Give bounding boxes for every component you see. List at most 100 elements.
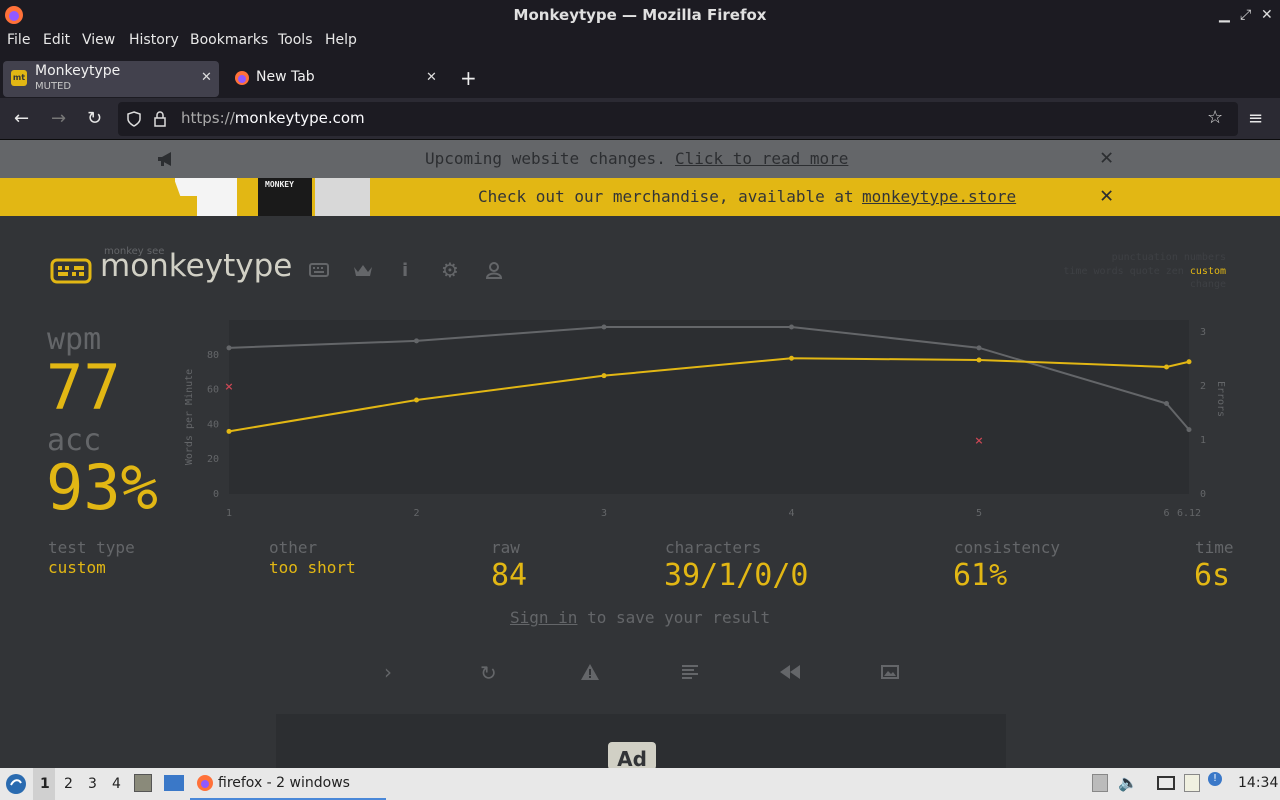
close-merch-icon[interactable]: ✕ <box>1100 183 1113 208</box>
notification-icon[interactable]: ! <box>1208 772 1222 786</box>
announcement-bar: Upcoming website changes. Click to read … <box>0 140 1280 178</box>
restart-icon[interactable]: ↻ <box>480 661 497 685</box>
series-point-wpm <box>789 355 794 361</box>
read-more-link[interactable]: Click to read more <box>675 149 848 168</box>
tab-bar: mt Monkeytype MUTED ✕ New Tab ✕ + <box>0 52 1280 98</box>
shield-icon[interactable] <box>127 111 141 127</box>
tab-monkeytype[interactable]: mt Monkeytype MUTED ✕ <box>3 61 219 97</box>
series-point-raw <box>601 324 607 330</box>
account-icon[interactable] <box>486 262 502 279</box>
signin-prompt: Sign in to save your result <box>510 608 770 627</box>
config-punctuation-numbers[interactable]: punctuation numbers <box>1000 251 1226 265</box>
menu-bookmarks[interactable]: Bookmarks <box>190 32 268 48</box>
menu-view[interactable]: View <box>82 32 115 48</box>
firefox-icon <box>5 6 23 24</box>
url-text[interactable]: https://monkeytype.com <box>181 109 365 127</box>
hamburger-menu-icon[interactable]: ≡ <box>1248 108 1263 129</box>
screenshot-icon[interactable] <box>881 665 899 679</box>
test-config: punctuation numbers time words quote zen… <box>1000 251 1226 292</box>
tray-up-icon[interactable] <box>1092 774 1108 792</box>
signin-link[interactable]: Sign in <box>510 608 577 627</box>
raw-label: raw <box>491 538 520 557</box>
series-point-wpm <box>1186 359 1192 365</box>
crown-icon[interactable] <box>353 263 373 279</box>
new-tab-icon[interactable]: + <box>460 66 477 90</box>
back-icon[interactable]: ← <box>14 108 29 129</box>
series-point-raw <box>789 324 794 330</box>
workspace-1[interactable]: 1 <box>40 776 50 792</box>
series-point-wpm <box>414 397 419 403</box>
menu-history[interactable]: History <box>129 32 179 48</box>
series-point-wpm <box>226 428 232 434</box>
menu-edit[interactable]: Edit <box>43 32 70 48</box>
clipboard-icon[interactable] <box>1184 774 1200 792</box>
other-value: too short <box>269 558 356 577</box>
keyboard-logo-icon <box>50 258 92 284</box>
series-point-wpm <box>601 373 607 379</box>
info-icon[interactable]: i <box>402 260 408 281</box>
config-modes[interactable]: time words quote zen custom <box>1000 265 1226 279</box>
y2-tick-label: 3 <box>1200 327 1206 338</box>
reload-icon[interactable]: ↻ <box>87 108 102 129</box>
y-tick-label: 0 <box>213 489 219 500</box>
x-tick-label: 4 <box>788 508 794 519</box>
keyboard-icon[interactable] <box>309 263 329 277</box>
close-window-icon[interactable]: ✕ <box>1261 0 1273 30</box>
workspace-2[interactable]: 2 <box>64 776 73 792</box>
volume-icon[interactable]: 🔈 <box>1118 773 1138 792</box>
workspace-4[interactable]: 4 <box>112 776 121 792</box>
test-type-value: custom <box>48 558 106 577</box>
characters-value: 39/1/0/0 <box>664 558 809 593</box>
x-tick-label: 6 <box>1163 508 1169 519</box>
series-point-wpm <box>976 357 982 363</box>
monkeytype-favicon: mt <box>11 70 27 86</box>
ad-badge: Ad <box>608 742 656 771</box>
y2-tick-label: 2 <box>1200 381 1206 392</box>
series-point-raw <box>414 338 419 344</box>
menu-tools[interactable]: Tools <box>278 32 313 48</box>
bookmark-star-icon[interactable]: ☆ <box>1207 107 1223 128</box>
tab-new-tab[interactable]: New Tab ✕ <box>224 61 446 97</box>
wpm-value: 77 <box>46 351 121 424</box>
menu-help[interactable]: Help <box>325 32 357 48</box>
megaphone-icon <box>158 152 171 166</box>
raw-value: 84 <box>491 558 528 593</box>
words-history-icon[interactable] <box>682 665 698 679</box>
wpm-chart: 02040608001231 2 3 4 5 6 6.12Words per Minute E… <box>184 320 1226 519</box>
merch-store-link[interactable]: monkeytype.store <box>862 187 1016 206</box>
maximize-icon[interactable]: ⤢ <box>1240 0 1251 30</box>
minimize-icon[interactable]: ▁ <box>1219 0 1230 30</box>
next-test-icon[interactable]: › <box>384 660 392 684</box>
y-tick-label: 60 <box>207 385 219 396</box>
url-bar[interactable]: https://monkeytype.com ☆ <box>118 102 1238 136</box>
file-manager-icon[interactable] <box>134 774 152 792</box>
taskbar-task-firefox[interactable]: firefox - 2 windows <box>190 768 386 800</box>
config-change[interactable]: change <box>1000 278 1226 292</box>
close-tab-icon[interactable]: ✕ <box>426 70 437 85</box>
error-marker: × <box>974 434 983 447</box>
x-tick-label: 5 <box>976 508 982 519</box>
consistency-value: 61% <box>953 558 1008 593</box>
consistency-label: consistency <box>954 538 1060 557</box>
desktop-icon[interactable] <box>164 775 184 791</box>
settings-icon[interactable]: ⚙ <box>441 258 459 282</box>
test-type-label: test type <box>48 538 135 557</box>
x-tick-label: 1 <box>226 508 232 519</box>
menu-file[interactable]: File <box>7 32 30 48</box>
characters-label: characters <box>665 538 762 557</box>
ad-container: Ad <box>276 714 1006 771</box>
close-tab-icon[interactable]: ✕ <box>201 70 212 85</box>
warning-icon[interactable] <box>580 663 600 681</box>
forward-icon[interactable]: → <box>51 108 66 129</box>
start-menu-icon[interactable] <box>5 773 27 795</box>
taskbar: 1 2 3 4 firefox - 2 windows 🔈 ! 14:34 <box>0 768 1280 800</box>
close-announcement-icon[interactable]: ✕ <box>1100 145 1113 170</box>
replay-icon[interactable] <box>780 665 800 679</box>
y-tick-label: 40 <box>207 419 219 430</box>
network-icon[interactable] <box>1157 776 1175 790</box>
lock-icon[interactable] <box>153 111 167 127</box>
config-mode-custom[interactable]: custom <box>1190 266 1226 277</box>
workspace-3[interactable]: 3 <box>88 776 97 792</box>
other-label: other <box>269 538 318 557</box>
tab-title: New Tab <box>256 69 315 85</box>
